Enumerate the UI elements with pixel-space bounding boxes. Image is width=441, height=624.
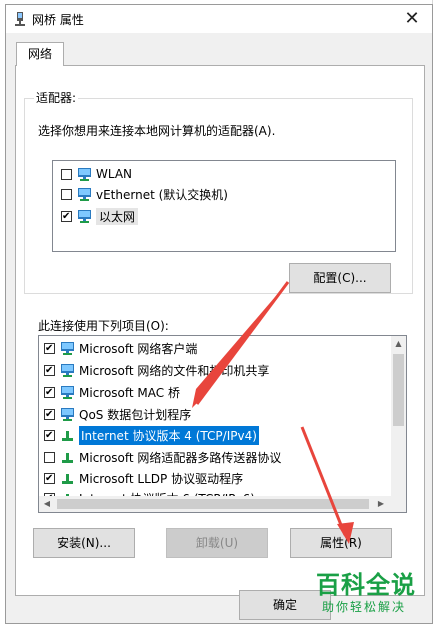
adapter-label: vEthernet (默认交换机) xyxy=(96,187,228,202)
properties-button[interactable]: 属性(R) xyxy=(290,528,392,558)
adapter-label: WLAN xyxy=(96,167,133,181)
window-title: 网桥 属性 xyxy=(32,13,84,27)
adapters-instruction: 选择你想用来连接本地网计算机的适配器(A). xyxy=(38,124,276,138)
item-checkbox[interactable] xyxy=(44,451,55,463)
background-window-edge-right xyxy=(432,0,441,624)
network-adapter-icon xyxy=(78,168,91,181)
close-icon: ✕ xyxy=(404,8,420,29)
network-adapter-icon xyxy=(78,188,91,201)
list-item[interactable]: Microsoft MAC 桥 xyxy=(44,382,180,402)
title-bar: 网桥 属性 ✕ xyxy=(6,5,432,33)
tab-network[interactable]: 网络 xyxy=(16,42,64,66)
list-item[interactable]: Microsoft LLDP 协议驱动程序 xyxy=(44,468,243,488)
item-label: Microsoft MAC 桥 xyxy=(79,385,180,400)
properties-dialog: 网桥 属性 ✕ 网络 适配器: 选择你想用来连接本地网计算机的适配器(A). W… xyxy=(5,4,433,624)
item-checkbox[interactable] xyxy=(44,342,55,354)
adapter-checkbox[interactable] xyxy=(61,210,72,222)
connection-items-list[interactable]: Microsoft 网络客户端 Microsoft 网络的文件和打印机共享 Mi… xyxy=(38,335,407,513)
network-client-icon xyxy=(61,364,74,377)
adapters-group-label: 适配器: xyxy=(34,89,79,106)
list-item[interactable]: Microsoft 网络的文件和打印机共享 xyxy=(44,360,269,380)
item-label: Microsoft 网络的文件和打印机共享 xyxy=(79,363,270,378)
horizontal-scrollbar[interactable]: ◀ ▶ xyxy=(39,496,406,512)
item-checkbox[interactable] xyxy=(44,386,55,398)
watermark-subtitle: 助你轻松解决 xyxy=(322,600,407,614)
network-client-icon xyxy=(61,342,74,355)
network-adapter-icon xyxy=(78,210,91,223)
vertical-scroll-thumb[interactable] xyxy=(393,354,404,426)
configure-button[interactable]: 配置(C)... xyxy=(289,263,391,293)
adapter-list[interactable]: WLAN vEthernet (默认交换机) 以太网 xyxy=(52,160,396,252)
list-item[interactable]: Microsoft 网络适配器多路传送器协议 xyxy=(44,447,281,467)
close-button[interactable]: ✕ xyxy=(392,5,432,33)
scroll-up-icon[interactable]: ▲ xyxy=(391,339,406,348)
horizontal-scroll-thumb[interactable] xyxy=(57,499,369,509)
network-client-icon xyxy=(61,386,74,399)
tab-label: 网络 xyxy=(27,47,52,61)
list-item-selected[interactable]: Internet 协议版本 4 (TCP/IPv4) xyxy=(44,425,259,445)
item-label: Microsoft 网络客户端 xyxy=(79,341,198,356)
uninstall-button[interactable]: 卸载(U) xyxy=(166,528,268,558)
connection-items-label: 此连接使用下列项目(O): xyxy=(38,319,169,333)
adapter-checkbox[interactable] xyxy=(61,188,72,200)
watermark-title: 百科全说 xyxy=(316,571,416,599)
item-label: QoS 数据包计划程序 xyxy=(79,407,192,422)
scroll-right-icon[interactable]: ▶ xyxy=(376,499,386,508)
item-label: Microsoft LLDP 协议驱动程序 xyxy=(79,471,244,486)
item-label: Internet 协议版本 4 (TCP/IPv4) xyxy=(79,425,259,445)
item-checkbox[interactable] xyxy=(44,472,55,484)
list-item[interactable]: Microsoft 网络客户端 xyxy=(44,338,197,358)
adapter-checkbox[interactable] xyxy=(61,168,72,180)
adapter-item[interactable]: WLAN xyxy=(61,164,132,184)
item-checkbox[interactable] xyxy=(44,429,55,441)
item-checkbox[interactable] xyxy=(44,364,55,376)
scroll-left-icon[interactable]: ◀ xyxy=(42,499,52,508)
item-label: Microsoft 网络适配器多路传送器协议 xyxy=(79,450,282,465)
network-bridge-icon xyxy=(15,12,25,26)
adapter-item[interactable]: vEthernet (默认交换机) xyxy=(61,184,228,204)
network-client-icon xyxy=(61,408,74,421)
vertical-scrollbar[interactable]: ▲ xyxy=(391,336,406,496)
protocol-icon xyxy=(62,474,73,484)
protocol-icon xyxy=(62,453,73,463)
watermark-logo: 百科全说 助你轻松解决 xyxy=(316,565,440,624)
protocol-icon xyxy=(62,431,73,441)
list-item[interactable]: QoS 数据包计划程序 xyxy=(44,404,191,424)
adapter-label: 以太网 xyxy=(96,207,139,225)
adapter-item[interactable]: 以太网 xyxy=(61,206,139,226)
item-checkbox[interactable] xyxy=(44,408,55,420)
install-button[interactable]: 安装(N)... xyxy=(33,528,135,558)
